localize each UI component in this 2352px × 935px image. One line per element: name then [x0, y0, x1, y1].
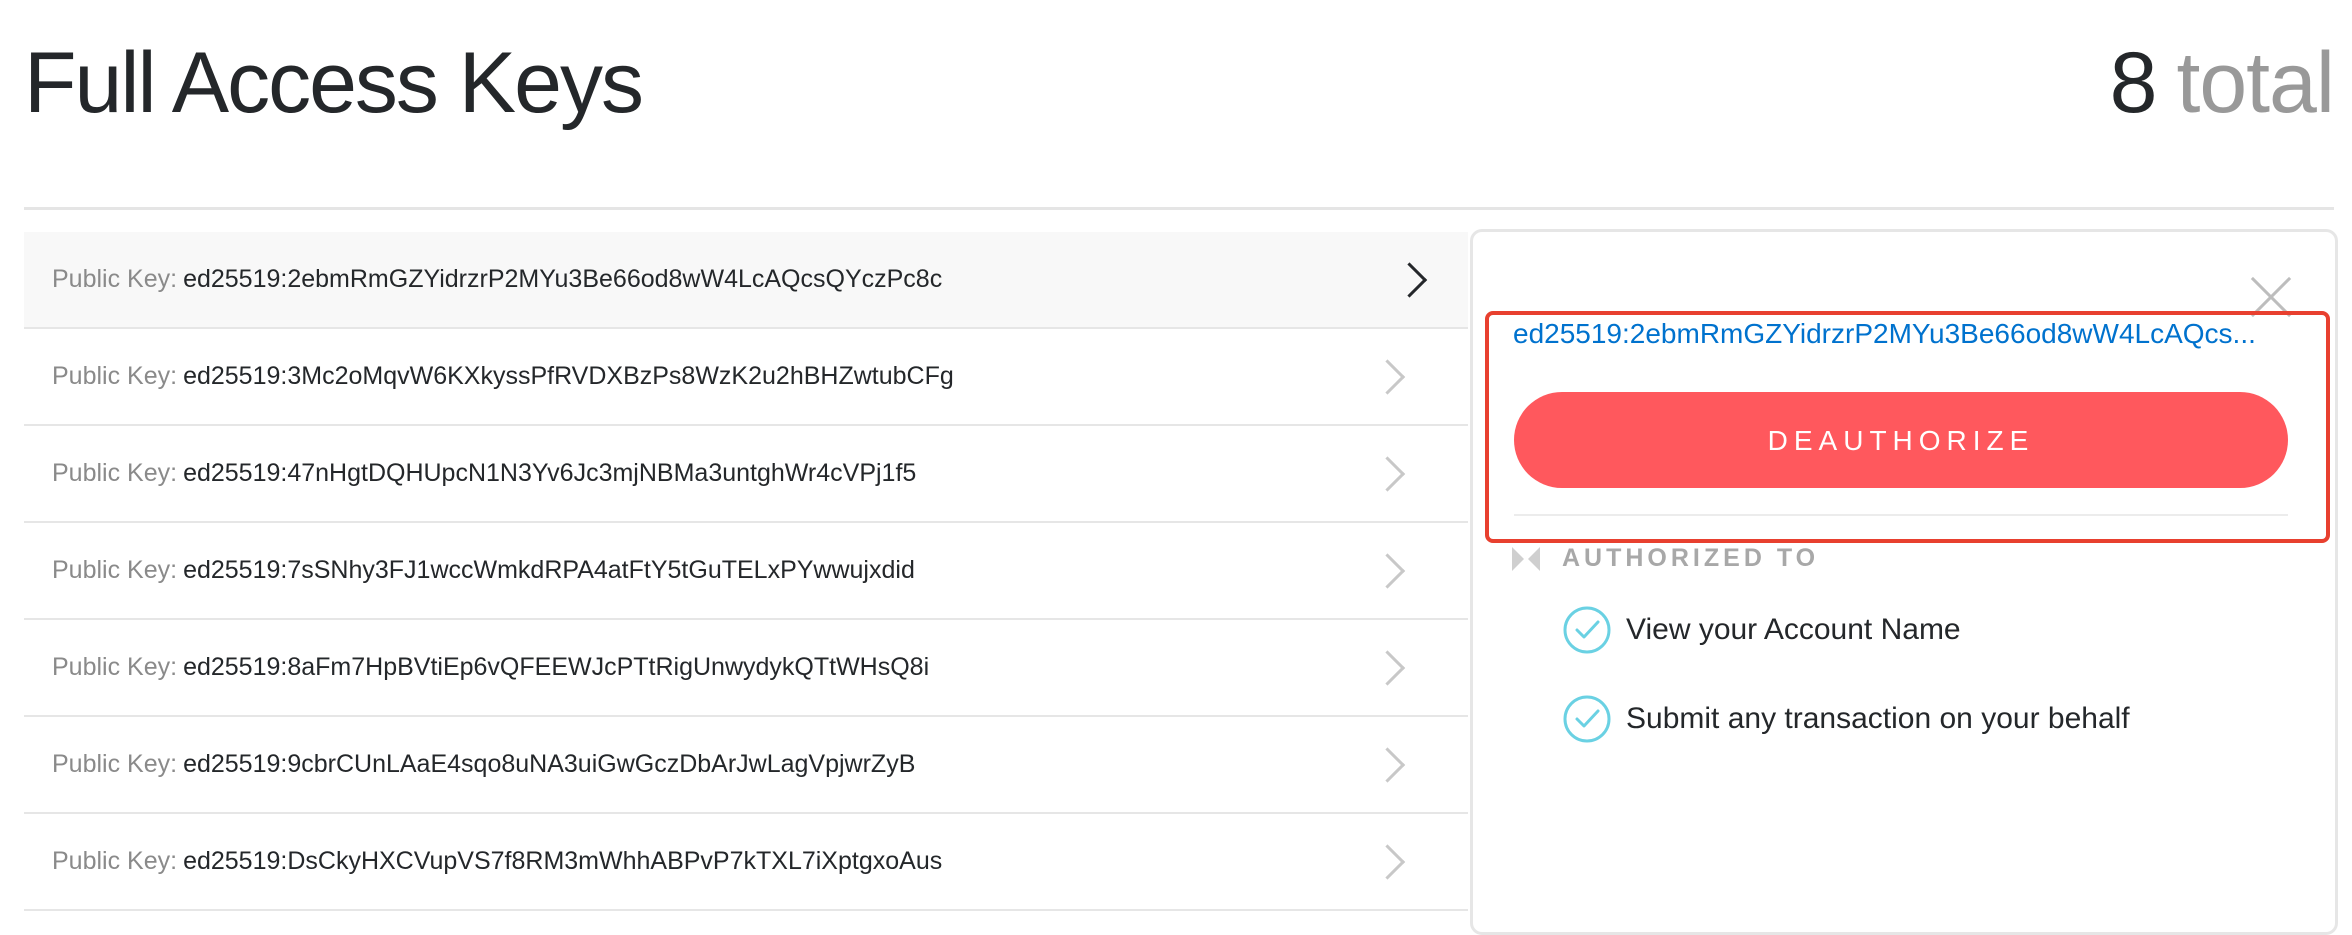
total-label: total [2176, 35, 2335, 131]
key-row[interactable]: Public Key: ed25519:DsCkyHXCVupVS7f8RM3mW… [24, 814, 1468, 911]
key-row[interactable]: Public Key: ed25519:47nHgtDQHUpcN1N3Yv6Jc… [24, 426, 1468, 523]
key-value: ed25519:2ebmRmGZYidrzrP2MYu3Be66od8wW4Lc… [183, 265, 943, 293]
chevron-right-icon [1369, 843, 1406, 880]
header-divider [24, 207, 2334, 210]
detail-key-link[interactable]: ed25519:2ebmRmGZYidrzrP2MYu3Be66od8wW4Lc… [1513, 314, 2283, 354]
chevron-right-icon [1369, 649, 1406, 686]
page-title: Full Access Keys [24, 35, 644, 131]
chevron-right-icon [1369, 455, 1406, 492]
key-value: ed25519:8aFm7HpBVtiEp6vQFEEWJcPTtRigUnwy… [183, 653, 930, 681]
check-circle-icon [1563, 606, 1611, 654]
key-prefix: Public Key: [52, 362, 178, 390]
chevron-right-icon [1369, 358, 1406, 395]
key-text: Public Key: ed25519:47nHgtDQHUpcN1N3Yv6Jc… [52, 459, 916, 488]
key-prefix: Public Key: [52, 459, 178, 487]
key-text: Public Key: ed25519:DsCkyHXCVupVS7f8RM3mW… [52, 847, 942, 876]
authorized-to-heading: AUTHORIZED TO [1562, 544, 1820, 572]
permission-item: Submit any transaction on your behalf [1562, 692, 2130, 746]
key-value: ed25519:3Mc2oMqvW6KXkyssPfRVDXBzPs8WzK2u… [183, 362, 954, 390]
chevron-right-icon [1391, 261, 1428, 298]
key-text: Public Key: ed25519:9cbrCUnLAaE4sqo8uNA3u… [52, 750, 915, 779]
chevron-right-icon [1369, 552, 1406, 589]
key-text: Public Key: ed25519:8aFm7HpBVtiEp6vQFEEWJ… [52, 653, 929, 682]
key-value: ed25519:9cbrCUnLAaE4sqo8uNA3uiGwGczDbArJ… [183, 750, 916, 778]
key-prefix: Public Key: [52, 847, 178, 875]
key-prefix: Public Key: [52, 750, 178, 778]
permission-item: View your Account Name [1562, 603, 1961, 657]
key-text: Public Key: ed25519:3Mc2oMqvW6KXkyssPfRVD… [52, 362, 954, 391]
total-number: 8 [2109, 35, 2158, 131]
key-value: ed25519:47nHgtDQHUpcN1N3Yv6Jc3mjNBMa3unt… [183, 459, 917, 487]
key-prefix: Public Key: [52, 556, 178, 584]
key-prefix: Public Key: [52, 265, 178, 293]
key-row[interactable]: Public Key: ed25519:7sSNhy3FJ1wccWmkdRPA4… [24, 523, 1468, 620]
check-circle-icon [1563, 695, 1611, 743]
key-row[interactable]: Public Key: ed25519:2ebmRmGZYidrzrP2MYu3B… [24, 232, 1468, 329]
key-list: Public Key: ed25519:2ebmRmGZYidrzrP2MYu3B… [24, 232, 1468, 911]
deauthorize-button[interactable]: DEAUTHORIZE [1514, 392, 2288, 488]
permission-label: View your Account Name [1626, 613, 1961, 646]
chevron-right-icon [1369, 746, 1406, 783]
key-value: ed25519:7sSNhy3FJ1wccWmkdRPA4atFtY5tGuTE… [183, 556, 915, 584]
key-text: Public Key: ed25519:2ebmRmGZYidrzrP2MYu3B… [52, 265, 942, 294]
panel-divider [1514, 514, 2288, 516]
key-value: ed25519:DsCkyHXCVupVS7f8RM3mWhhABPvP7kTX… [183, 847, 943, 875]
total-keys-count: 8 total [2109, 28, 2335, 138]
bowtie-icon [1512, 547, 1540, 571]
key-prefix: Public Key: [52, 653, 178, 681]
key-row[interactable]: Public Key: ed25519:8aFm7HpBVtiEp6vQFEEWJ… [24, 620, 1468, 717]
permission-label: Submit any transaction on your behalf [1626, 702, 2130, 735]
key-row[interactable]: Public Key: ed25519:3Mc2oMqvW6KXkyssPfRVD… [24, 329, 1468, 426]
key-row[interactable]: Public Key: ed25519:9cbrCUnLAaE4sqo8uNA3u… [24, 717, 1468, 814]
key-text: Public Key: ed25519:7sSNhy3FJ1wccWmkdRPA4… [52, 556, 915, 585]
